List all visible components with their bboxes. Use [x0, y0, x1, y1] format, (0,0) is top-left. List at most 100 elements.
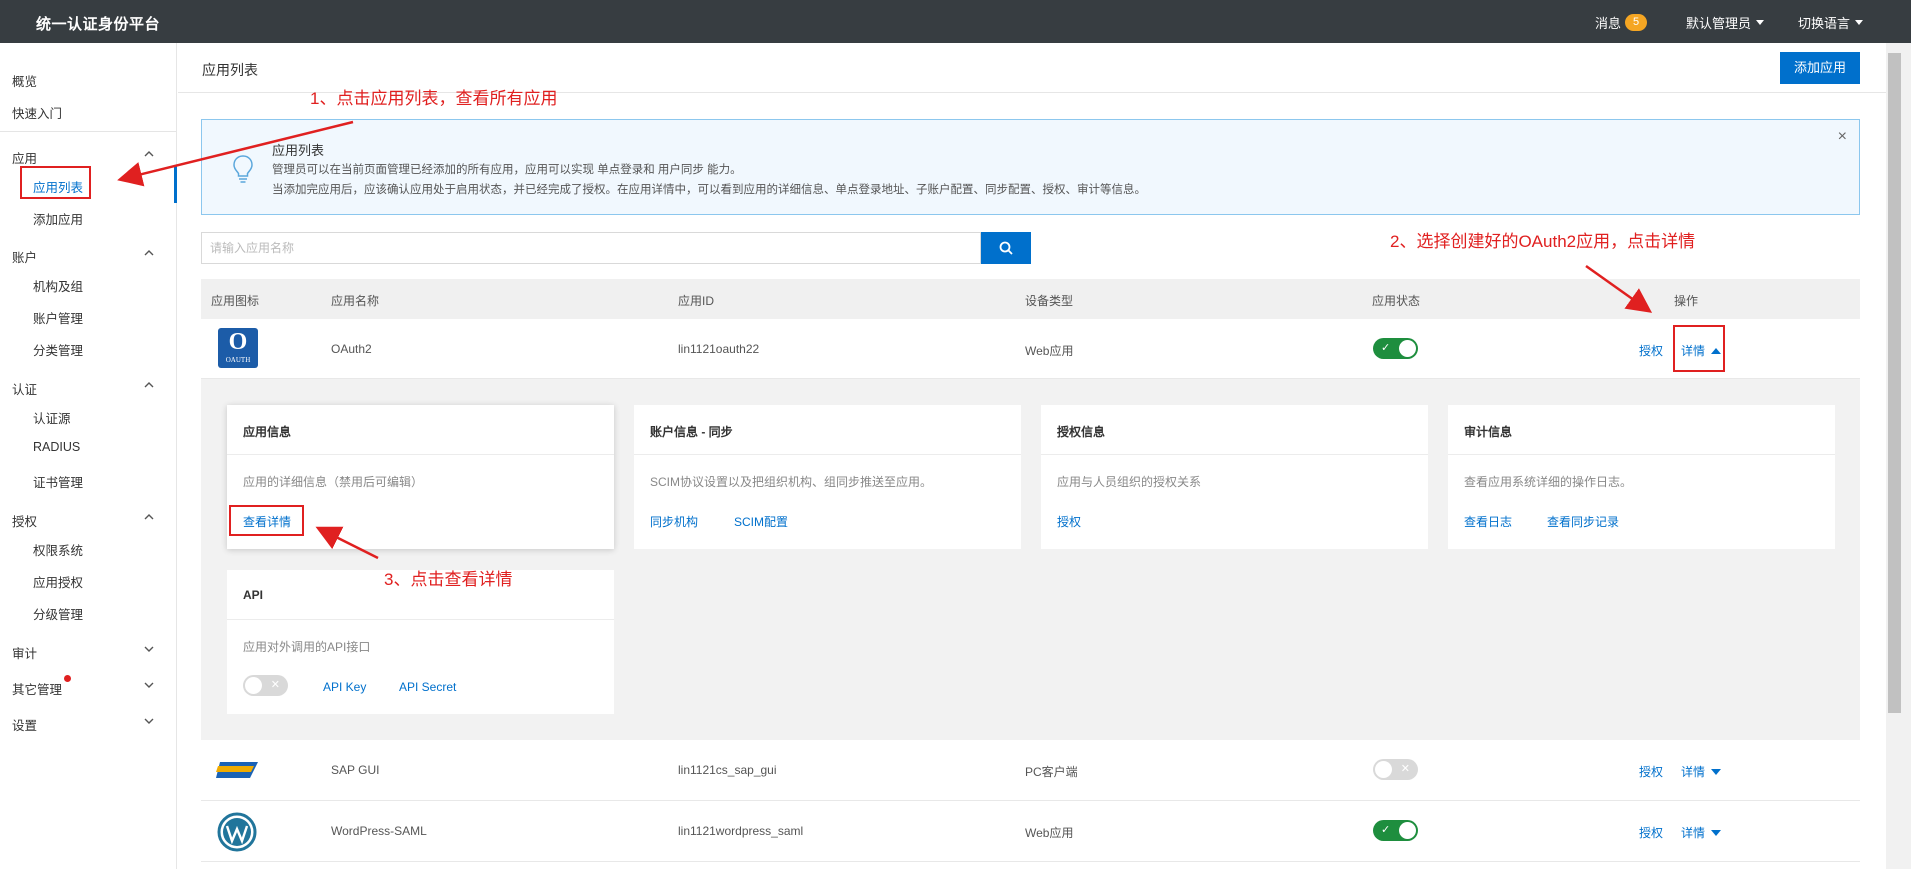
- authorize-link[interactable]: 授权: [1639, 342, 1663, 359]
- highlight-view-details: [229, 505, 304, 536]
- col-device: 设备类型: [1025, 294, 1074, 308]
- oauth-logo: O OAUTH: [218, 328, 258, 368]
- card-desc: 应用与人员组织的授权关系: [1057, 475, 1202, 489]
- search-input[interactable]: [201, 232, 981, 264]
- card-desc: SCIM协议设置以及把组织机构、组同步推送至应用。: [650, 475, 933, 489]
- chevron-down-icon[interactable]: [144, 644, 154, 657]
- api-key-link[interactable]: API Key: [323, 680, 366, 694]
- chevron-down-icon: [1711, 829, 1722, 836]
- status-toggle[interactable]: ✓: [1373, 820, 1418, 841]
- search-icon: [999, 241, 1013, 255]
- lightbulb-icon: [233, 155, 253, 183]
- chevron-up-icon[interactable]: [144, 149, 154, 162]
- language-menu[interactable]: 切换语言: [1798, 13, 1864, 32]
- user-menu[interactable]: 默认管理员: [1686, 13, 1765, 32]
- app-id: lin1121oauth22: [678, 342, 760, 356]
- chevron-down-icon[interactable]: [144, 716, 154, 729]
- view-sync-records-link[interactable]: 查看同步记录: [1547, 513, 1619, 530]
- sidebar-item-radius[interactable]: RADIUS: [33, 440, 80, 454]
- search-button[interactable]: [981, 232, 1031, 264]
- sidebar-item-add-app[interactable]: 添加应用: [33, 209, 83, 228]
- card-desc: 查看应用系统详细的操作日志。: [1464, 475, 1633, 489]
- app-name: WordPress-SAML: [331, 824, 427, 838]
- page-title: 应用列表: [202, 62, 258, 78]
- sidebar-group-accounts[interactable]: 账户: [12, 247, 37, 266]
- sidebar-item-quick-start[interactable]: 快速入门: [12, 103, 62, 122]
- wordpress-logo: [217, 812, 257, 852]
- chevron-down-icon: [1756, 20, 1765, 25]
- sidebar-group-other[interactable]: 其它管理: [12, 679, 62, 698]
- sidebar-item-app-authz[interactable]: 应用授权: [33, 572, 83, 591]
- app-name: SAP GUI: [331, 763, 380, 777]
- chevron-up-icon[interactable]: [144, 380, 154, 393]
- brand-title: 统一认证身份平台: [36, 16, 161, 33]
- sidebar-item-account-mgmt[interactable]: 账户管理: [33, 308, 83, 327]
- sidebar-item-category[interactable]: 分类管理: [33, 340, 83, 359]
- scrollbar[interactable]: [1886, 43, 1911, 869]
- sidebar-group-settings[interactable]: 设置: [12, 715, 37, 734]
- card-auth-info: 授权信息 应用与人员组织的授权关系 授权: [1041, 405, 1428, 549]
- chevron-up-icon[interactable]: [144, 512, 154, 525]
- api-toggle[interactable]: ✕: [243, 675, 288, 696]
- api-secret-link[interactable]: API Secret: [399, 680, 456, 694]
- card-api: API 应用对外调用的API接口 ✕ API Key API Secret: [227, 570, 614, 714]
- chevron-up-icon[interactable]: [144, 248, 154, 261]
- view-logs-link[interactable]: 查看日志: [1464, 513, 1512, 530]
- sidebar-item-auth-source[interactable]: 认证源: [33, 408, 71, 427]
- info-banner: 应用列表 管理员可以在当前页面管理已经添加的所有应用，应用可以实现 单点登录和 …: [201, 119, 1860, 215]
- annotation-step1: 1、点击应用列表，查看所有应用: [310, 89, 558, 108]
- scrollbar-thumb[interactable]: [1888, 53, 1901, 713]
- device-type: PC客户端: [1025, 765, 1078, 779]
- chevron-down-icon: [1855, 20, 1864, 25]
- card-desc: 应用对外调用的API接口: [243, 640, 371, 654]
- add-app-button[interactable]: 添加应用: [1780, 52, 1860, 84]
- scim-config-link[interactable]: SCIM配置: [734, 513, 788, 530]
- card-account-sync: 账户信息 - 同步 SCIM协议设置以及把组织机构、组同步推送至应用。 同步机构…: [634, 405, 1021, 549]
- sidebar-item-overview[interactable]: 概览: [12, 71, 37, 90]
- sap-logo: [216, 762, 258, 778]
- authorize-link[interactable]: 授权: [1639, 824, 1663, 841]
- app-id: lin1121wordpress_saml: [678, 824, 804, 838]
- detail-toggle[interactable]: 详情: [1681, 763, 1722, 780]
- status-toggle[interactable]: ✕: [1373, 759, 1418, 780]
- device-type: Web应用: [1025, 826, 1074, 840]
- sidebar-item-perm-system[interactable]: 权限系统: [33, 540, 83, 559]
- info-text-2: 当添加完应用后，应该确认应用处于启用状态，并已经完成了授权。在应用详情中，可以看…: [272, 184, 1146, 196]
- status-toggle[interactable]: ✓: [1373, 338, 1418, 359]
- top-bar: 统一认证身份平台 消息 5 默认管理员 切换语言: [0, 0, 1911, 43]
- col-icon: 应用图标: [211, 294, 260, 308]
- close-icon[interactable]: ×: [1838, 128, 1847, 146]
- chevron-down-icon[interactable]: [144, 680, 154, 693]
- language-label: 切换语言: [1798, 16, 1851, 31]
- annotation-step3: 3、点击查看详情: [384, 570, 513, 589]
- sidebar-group-apps[interactable]: 应用: [12, 148, 37, 167]
- notification-dot: [64, 675, 71, 682]
- sidebar-item-cert[interactable]: 证书管理: [33, 472, 83, 491]
- sidebar-item-tiered-mgmt[interactable]: 分级管理: [33, 604, 83, 623]
- sidebar-item-org[interactable]: 机构及组: [33, 276, 83, 295]
- info-title: 应用列表: [272, 143, 325, 158]
- detail-toggle[interactable]: 详情: [1681, 824, 1722, 841]
- card-title: 授权信息: [1057, 425, 1106, 439]
- col-actions: 操作: [1674, 294, 1699, 308]
- sidebar-group-audit[interactable]: 审计: [12, 643, 37, 662]
- card-title: 应用信息: [243, 425, 292, 439]
- table-row[interactable]: O OAUTH OAuth2 lin1121oauth22 Web应用 ✓ 授权…: [201, 319, 1860, 379]
- col-id: 应用ID: [678, 294, 715, 308]
- sidebar-group-auth[interactable]: 认证: [12, 379, 37, 398]
- card-audit-info: 审计信息 查看应用系统详细的操作日志。 查看日志 查看同步记录: [1448, 405, 1835, 549]
- messages-button[interactable]: 消息 5: [1595, 13, 1648, 32]
- highlight-detail: [1673, 325, 1725, 372]
- table-row[interactable]: SAP GUI lin1121cs_sap_gui PC客户端 ✕ 授权 详情: [201, 740, 1860, 801]
- sync-org-link[interactable]: 同步机构: [650, 513, 698, 530]
- table-row[interactable]: WordPress-SAML lin1121wordpress_saml Web…: [201, 801, 1860, 862]
- sidebar-group-authz[interactable]: 授权: [12, 511, 37, 530]
- app-name: OAuth2: [331, 342, 372, 356]
- authorize-link[interactable]: 授权: [1057, 513, 1081, 530]
- authorize-link[interactable]: 授权: [1639, 763, 1663, 780]
- table-header: 应用图标 应用名称 应用ID 设备类型 应用状态 操作: [201, 279, 1860, 319]
- detail-panel: 应用信息 应用的详细信息（禁用后可编辑） 查看详情 账户信息 - 同步 SCIM…: [201, 379, 1860, 740]
- card-title: 审计信息: [1464, 425, 1513, 439]
- app-id: lin1121cs_sap_gui: [678, 763, 777, 777]
- messages-badge: 5: [1625, 14, 1648, 31]
